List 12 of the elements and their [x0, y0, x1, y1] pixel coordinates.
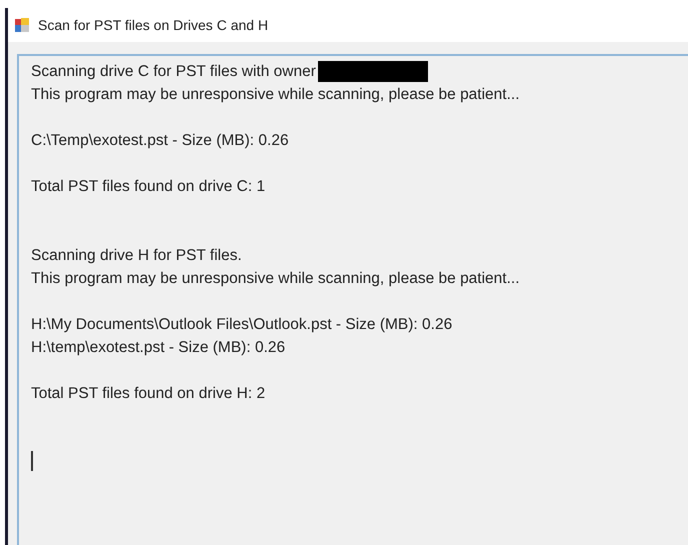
- text-cursor: [31, 451, 32, 471]
- output-line: This program may be unresponsive while scanning, please be patient...: [31, 85, 520, 105]
- app-icon: [14, 17, 30, 33]
- output-line: Scanning drive H for PST files.: [31, 246, 242, 266]
- output-line: H:\temp\exotest.pst - Size (MB): 0.26: [31, 338, 286, 358]
- output-line: H:\My Documents\Outlook Files\Outlook.pst - Size (MB): 0.26: [31, 315, 452, 335]
- output-line: Total PST files found on drive H: 2: [31, 384, 266, 404]
- output-line: Total PST files found on drive C: 1: [31, 177, 266, 197]
- output-line: C:\Temp\exotest.pst - Size (MB): 0.26: [31, 131, 289, 151]
- output-line: Scanning drive C for PST files with owner: [31, 62, 316, 82]
- window-title: Scan for PST files on Drives C and H: [38, 17, 268, 33]
- output-line: This program may be unresponsive while scanning, please be patient...: [31, 269, 520, 289]
